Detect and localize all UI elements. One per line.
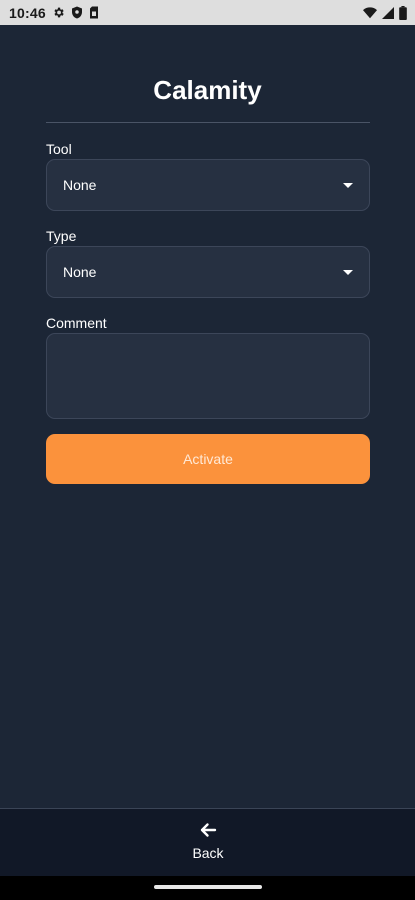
type-select[interactable]: None — [46, 246, 370, 298]
signal-icon — [382, 6, 394, 19]
tool-select[interactable]: None — [46, 159, 370, 211]
tool-select-value: None — [63, 177, 97, 193]
system-nav-bar — [0, 876, 415, 900]
activate-button[interactable]: Activate — [46, 434, 370, 484]
page-title: Calamity — [153, 75, 262, 105]
title-divider — [46, 122, 370, 123]
shield-icon — [71, 6, 83, 19]
tool-label: Tool — [46, 141, 72, 157]
status-bar: 10:46 — [0, 0, 415, 25]
arrow-left-icon — [199, 822, 217, 843]
comment-label: Comment — [46, 315, 107, 331]
sim-card-icon — [89, 6, 99, 19]
dropdown-arrow-icon — [343, 182, 353, 188]
wifi-icon — [363, 6, 377, 19]
status-right — [363, 5, 407, 20]
comment-field[interactable] — [46, 333, 370, 419]
back-label: Back — [192, 844, 224, 861]
home-indicator[interactable] — [154, 885, 262, 889]
type-select-value: None — [63, 264, 97, 280]
battery-icon — [399, 5, 407, 20]
back-button[interactable]: Back — [167, 816, 249, 866]
status-left: 10:46 — [9, 5, 99, 21]
dropdown-arrow-icon — [343, 269, 353, 275]
gear-icon — [52, 6, 65, 19]
status-time: 10:46 — [9, 4, 46, 21]
type-label: Type — [46, 228, 77, 244]
